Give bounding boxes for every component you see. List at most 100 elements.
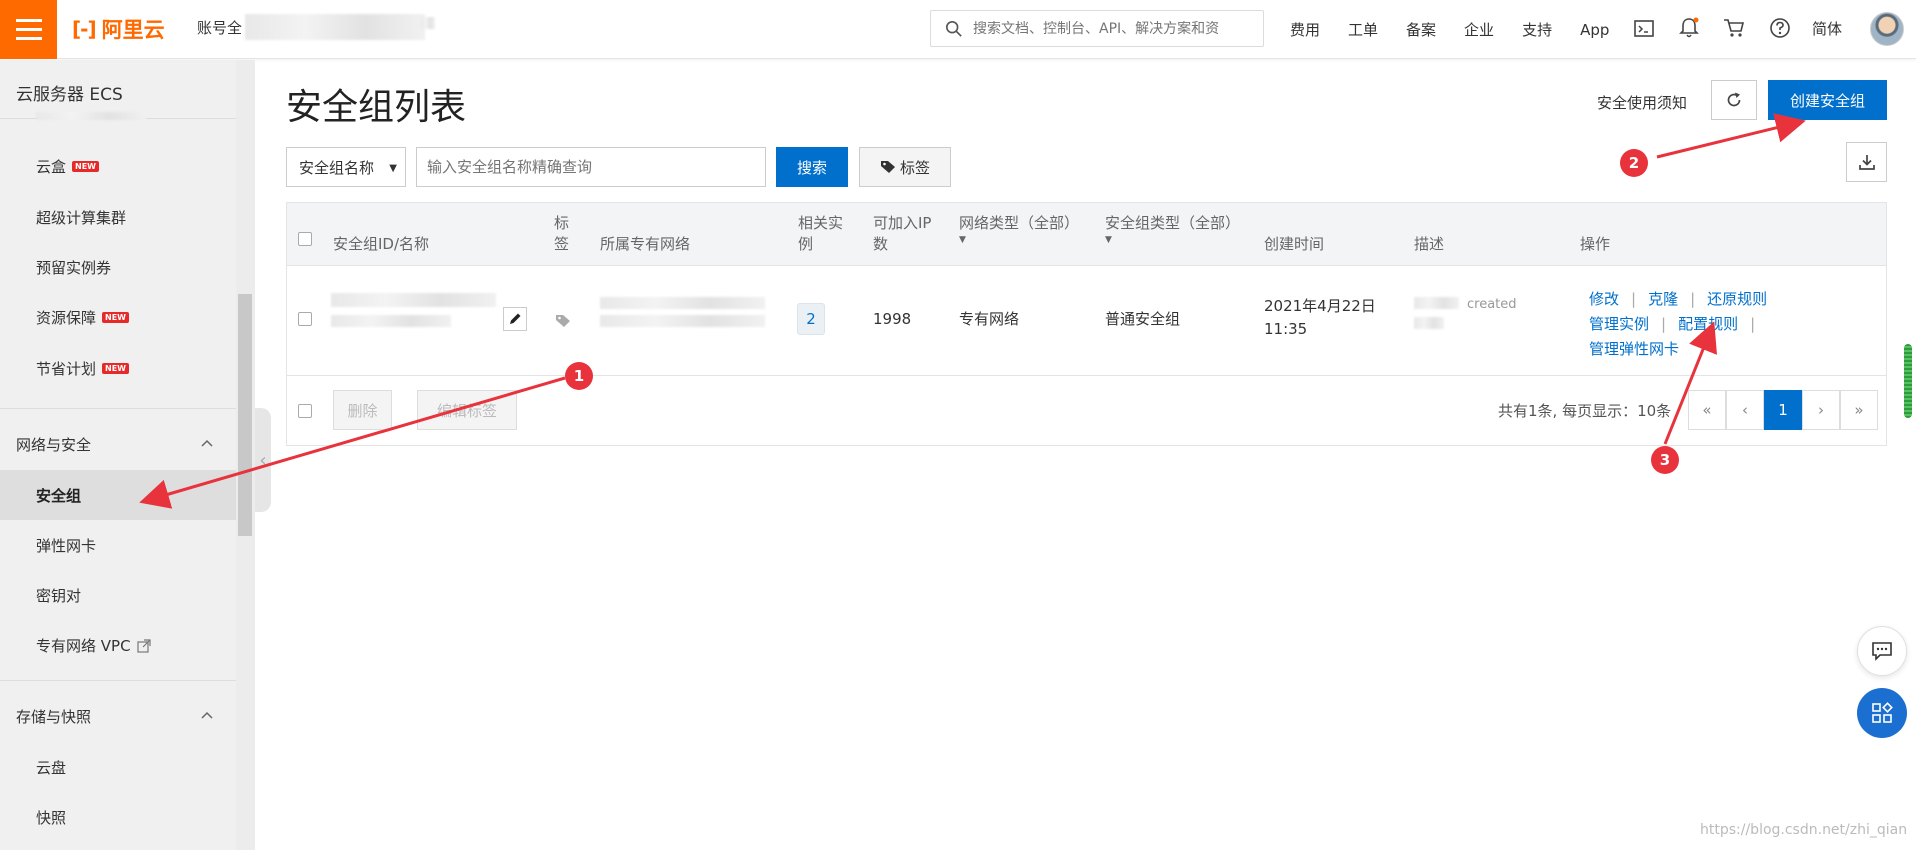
new-badge: NEW (72, 161, 99, 172)
global-search[interactable] (930, 10, 1264, 47)
redacted-account (245, 14, 425, 40)
clone-link[interactable]: 克隆 (1648, 290, 1678, 308)
edit-name-button[interactable] (503, 307, 527, 331)
sidebar-item-security-group[interactable]: 安全组 (0, 470, 236, 520)
nav-icp[interactable]: 备案 (1406, 19, 1436, 40)
search-button[interactable]: 搜索 (776, 147, 848, 187)
manage-instances-link[interactable]: 管理实例 (1589, 315, 1649, 333)
instance-count-badge[interactable]: 2 (797, 303, 825, 335)
tag-icon[interactable] (555, 314, 571, 328)
restore-rules-link[interactable]: 还原规则 (1707, 290, 1767, 308)
logo-mark: [-] (72, 17, 97, 41)
apps-icon (1872, 702, 1893, 723)
select-all-checkbox[interactable] (298, 232, 312, 246)
annotation-marker-3: 3 (1651, 446, 1679, 474)
sidebar-item-label: 预留实例券 (36, 259, 112, 277)
chat-button[interactable] (1857, 626, 1907, 676)
created-clock: 11:35 (1264, 320, 1308, 338)
sg-type: 普通安全组 (1105, 310, 1181, 328)
filter-caret-icon[interactable]: ▼ (1105, 234, 1240, 246)
logo-text: 阿里云 (101, 18, 165, 42)
collapse-sidebar-tab[interactable]: ‹ (255, 408, 271, 512)
row-checkbox[interactable] (298, 312, 312, 326)
sidebar-item-disk[interactable]: 云盘 (36, 757, 66, 778)
aliyun-logo[interactable]: [-] 阿里云 (72, 14, 165, 44)
account-label[interactable]: 账号全 (197, 17, 242, 38)
first-page-button[interactable]: « (1688, 390, 1726, 430)
manage-eni-link[interactable]: 管理弹性网卡 (1589, 340, 1679, 358)
filter-field-select[interactable]: 安全组名称 ▼ (286, 147, 406, 187)
nav-enterprise[interactable]: 企业 (1464, 19, 1494, 40)
create-security-group-button[interactable]: 创建安全组 (1768, 80, 1887, 120)
last-page-button[interactable]: » (1840, 390, 1878, 430)
refresh-button[interactable] (1711, 80, 1757, 120)
sidebar-group-network[interactable]: 网络与安全 (16, 434, 91, 455)
sidebar-item-savings[interactable]: 节省计划 NEW (36, 358, 129, 379)
sidebar-item-cloudbox[interactable]: 云盒 NEW (36, 156, 99, 177)
nav-fees[interactable]: 费用 (1290, 19, 1320, 40)
table-header: 安全组ID/名称 标 签 所属专有网络 相关实 例 可加入IP 数 网络类型（全… (287, 203, 1886, 266)
annotation-marker-2: 2 (1620, 149, 1648, 177)
download-button[interactable] (1846, 142, 1887, 182)
tag-filter-button[interactable]: 标签 (859, 147, 951, 187)
prev-page-button[interactable]: ‹ (1726, 390, 1764, 430)
language-switch[interactable]: 简体 (1812, 18, 1842, 39)
description-fragment: created (1467, 297, 1517, 312)
cart-icon[interactable] (1723, 18, 1745, 38)
sidebar-item-label: 云盘 (36, 759, 67, 777)
new-badge: NEW (102, 363, 129, 374)
page-1-button[interactable]: 1 (1764, 390, 1802, 430)
sidebar-item-keypair[interactable]: 密钥对 (36, 585, 81, 606)
col-instances: 相关实 例 (798, 213, 843, 255)
search-input[interactable] (973, 20, 1263, 37)
sidebar-item-label: 专有网络 VPC (36, 637, 131, 655)
chat-icon (1872, 642, 1892, 661)
apps-button[interactable] (1857, 688, 1907, 738)
col-instances-line2: 例 (798, 235, 814, 253)
chevron-up-icon[interactable] (200, 708, 214, 722)
download-icon (1858, 155, 1875, 170)
sidebar-item-label: 快照 (36, 809, 67, 827)
sidebar-item-vpc[interactable]: 专有网络 VPC (36, 635, 151, 656)
network-type: 专有网络 (959, 310, 1020, 328)
edit-tags-button[interactable]: 编辑标签 (417, 390, 517, 430)
watermark: https://blog.csdn.net/zhi_qian (1700, 822, 1908, 838)
page-scrollbar[interactable] (1904, 344, 1912, 418)
sidebar-item-label: 安全组 (36, 486, 82, 505)
pencil-icon (510, 313, 521, 324)
sidebar-scroll-thumb[interactable] (238, 294, 252, 536)
delete-button[interactable]: 删除 (333, 390, 392, 430)
footer-select-all-checkbox[interactable] (298, 404, 312, 418)
filter-caret-icon[interactable]: ▼ (959, 234, 1079, 246)
sidebar-item-eni[interactable]: 弹性网卡 (36, 535, 96, 556)
nav-tickets[interactable]: 工单 (1348, 19, 1378, 40)
help-icon[interactable] (1769, 17, 1791, 39)
security-group-table: 安全组ID/名称 标 签 所属专有网络 相关实 例 可加入IP 数 网络类型（全… (286, 202, 1887, 446)
security-notice-link[interactable]: 安全使用须知 (1597, 92, 1687, 113)
table-footer: 删除 编辑标签 共有1条, 每页显示：10条 « ‹ 1 › » (287, 375, 1886, 445)
configure-rules-link[interactable]: 配置规则 (1678, 315, 1738, 333)
sidebar-item-hpc[interactable]: 超级计算集群 (36, 207, 126, 228)
next-page-button[interactable]: › (1802, 390, 1840, 430)
modify-link[interactable]: 修改 (1589, 290, 1619, 308)
redacted-desc-2 (1414, 317, 1444, 329)
col-desc: 描述 (1414, 235, 1445, 253)
chevron-up-icon[interactable] (200, 436, 214, 450)
filter-input[interactable] (416, 147, 766, 187)
divider (0, 680, 236, 681)
nav-app[interactable]: App (1580, 21, 1609, 39)
col-sg-type[interactable]: 安全组类型（全部） ▼ (1105, 213, 1240, 246)
sidebar-item-snapshot[interactable]: 快照 (36, 807, 66, 828)
bell-icon[interactable] (1679, 17, 1699, 39)
annotation-marker-1: 1 (565, 362, 593, 390)
menu-icon[interactable] (0, 0, 57, 59)
sidebar-item-resource[interactable]: 资源保障 NEW (36, 307, 129, 328)
col-network-type-label: 网络类型（全部） (959, 214, 1080, 232)
terminal-icon[interactable] (1634, 19, 1654, 39)
nav-support[interactable]: 支持 (1522, 19, 1552, 40)
sidebar-item-reserved[interactable]: 预留实例券 (36, 257, 111, 278)
redacted-account-extra (421, 17, 435, 29)
col-network-type[interactable]: 网络类型（全部） ▼ (959, 213, 1079, 246)
user-avatar[interactable] (1870, 12, 1904, 46)
sidebar-group-storage[interactable]: 存储与快照 (16, 706, 91, 727)
